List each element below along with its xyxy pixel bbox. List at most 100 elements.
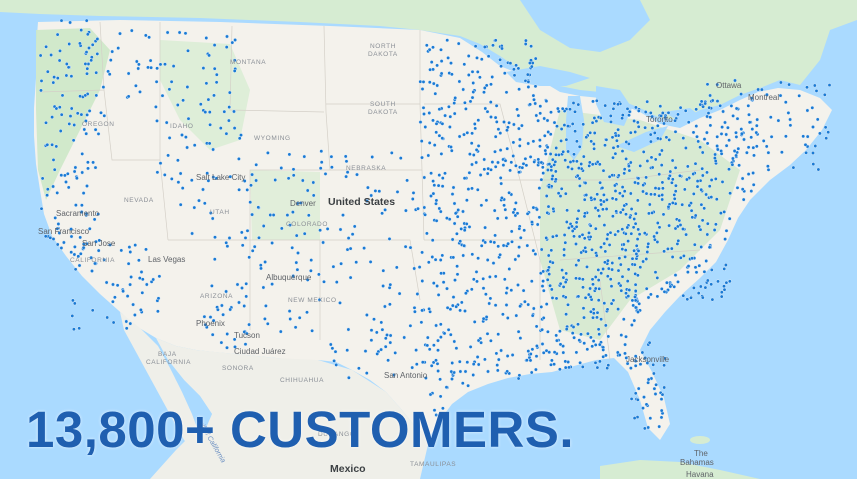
- customer-marker: [810, 105, 815, 110]
- customer-marker: [662, 363, 666, 368]
- customer-marker: [815, 117, 820, 122]
- customer-marker: [642, 426, 647, 431]
- customer-marker: [67, 42, 72, 46]
- customer-marker: [594, 253, 599, 258]
- customer-marker: [525, 72, 530, 77]
- customer-marker: [263, 260, 267, 264]
- customer-marker: [56, 222, 61, 226]
- customer-marker: [435, 63, 439, 68]
- customer-marker: [318, 228, 322, 233]
- customer-marker: [702, 206, 707, 211]
- customer-marker: [630, 256, 635, 261]
- customer-marker: [597, 162, 602, 167]
- customer-marker: [435, 361, 440, 366]
- customer-marker: [375, 351, 380, 356]
- customer-marker: [558, 342, 563, 347]
- customer-marker: [660, 193, 665, 197]
- customer-marker: [703, 285, 708, 290]
- customer-marker: [427, 47, 432, 52]
- customer-marker: [608, 277, 613, 282]
- label-jacksonville: Jacksonville: [626, 355, 670, 364]
- customer-marker: [502, 203, 506, 208]
- customer-marker: [628, 215, 632, 220]
- customer-marker: [500, 46, 504, 51]
- customer-marker: [85, 184, 89, 188]
- customer-marker: [242, 304, 247, 308]
- customer-marker: [333, 349, 338, 354]
- customer-marker: [250, 172, 255, 177]
- customer-marker: [589, 139, 594, 144]
- customer-marker: [291, 173, 296, 178]
- customer-marker: [429, 363, 434, 368]
- customer-marker: [72, 327, 76, 332]
- customer-marker: [397, 291, 402, 296]
- customer-marker: [509, 288, 514, 293]
- customer-marker: [111, 282, 115, 287]
- customer-marker: [493, 149, 497, 154]
- customer-marker: [356, 366, 361, 371]
- customer-marker: [693, 161, 698, 166]
- customer-marker: [499, 348, 503, 353]
- customer-marker: [755, 117, 760, 122]
- customer-marker: [502, 120, 506, 124]
- customer-marker: [270, 282, 274, 286]
- customer-marker: [45, 69, 50, 74]
- customer-marker: [677, 218, 682, 223]
- customer-marker: [766, 150, 771, 155]
- customer-marker: [509, 229, 514, 234]
- customer-marker: [603, 260, 607, 265]
- customer-marker: [428, 392, 433, 397]
- customer-marker: [316, 272, 321, 277]
- customer-marker: [664, 135, 669, 140]
- customer-marker: [472, 122, 477, 126]
- customer-marker: [99, 110, 103, 115]
- customer-marker: [627, 141, 631, 146]
- customer-marker: [629, 207, 634, 211]
- customer-marker: [629, 231, 634, 236]
- customer-marker: [686, 120, 691, 125]
- customer-marker: [598, 116, 603, 120]
- customer-marker: [731, 114, 735, 118]
- customer-marker: [155, 66, 160, 71]
- customer-marker: [734, 134, 739, 139]
- customer-marker: [94, 93, 99, 98]
- customer-marker: [705, 141, 710, 146]
- customer-marker: [212, 43, 217, 47]
- customer-marker: [383, 344, 388, 349]
- customer-marker: [705, 82, 710, 87]
- customer-marker: [634, 105, 638, 110]
- customer-marker: [45, 142, 50, 147]
- customer-marker: [341, 213, 345, 218]
- customer-marker: [563, 280, 568, 284]
- customer-marker: [705, 221, 710, 226]
- customer-marker: [227, 90, 232, 95]
- customer-marker: [296, 251, 300, 255]
- customer-marker: [206, 97, 211, 102]
- customer-marker: [644, 175, 648, 180]
- customer-marker: [563, 359, 568, 364]
- label-idaho: IDAHO: [170, 123, 194, 130]
- customer-marker: [547, 272, 552, 276]
- customer-marker: [627, 109, 632, 114]
- customer-marker: [490, 160, 495, 165]
- customer-marker: [582, 236, 587, 241]
- customer-marker: [424, 231, 429, 236]
- customer-marker: [504, 90, 509, 95]
- customer-marker: [319, 160, 324, 165]
- customer-marker: [751, 182, 756, 187]
- customer-marker: [59, 246, 64, 250]
- customer-marker: [535, 222, 540, 227]
- customer-marker: [589, 335, 593, 340]
- customer-marker: [587, 163, 592, 168]
- label-south-dakota-line1: SOUTH: [370, 101, 396, 108]
- customer-marker: [574, 242, 578, 246]
- customer-marker: [252, 244, 257, 249]
- customer-marker: [554, 177, 558, 182]
- customer-marker: [609, 120, 613, 124]
- customer-marker: [561, 275, 566, 280]
- customer-marker: [525, 243, 530, 248]
- customer-marker: [660, 180, 665, 185]
- customer-marker: [532, 97, 536, 102]
- customer-marker: [622, 167, 627, 172]
- customer-marker: [436, 348, 440, 353]
